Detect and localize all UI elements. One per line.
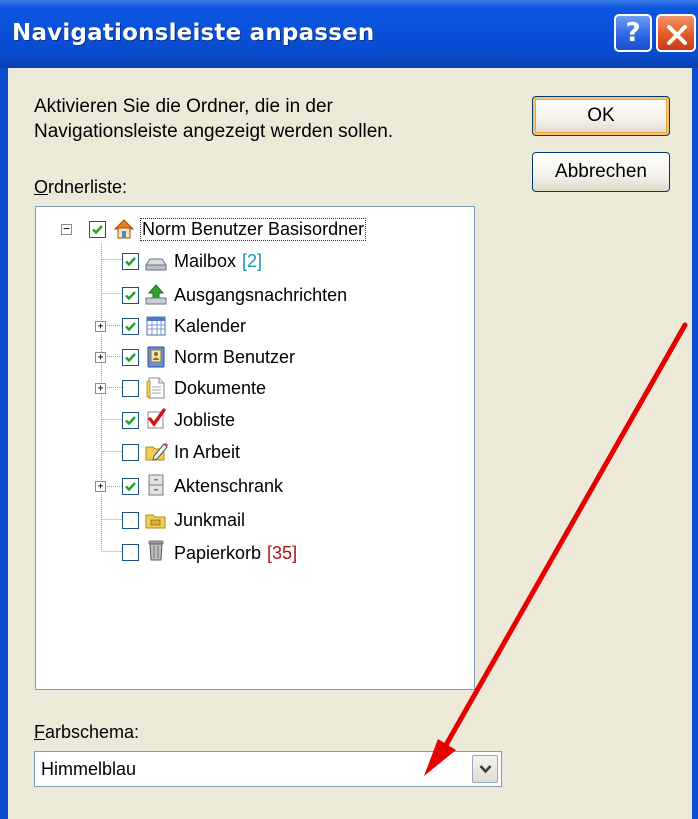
customize-navigation-pane-dialog: Navigationsleiste anpassen ? Aktivieren … xyxy=(0,0,698,819)
tree-item-aktenschrank[interactable]: + Aktenschrank xyxy=(36,471,456,503)
color-scheme-label-mnemonic: F xyxy=(34,722,45,742)
window-frame-right xyxy=(692,68,698,819)
contacts-book-icon xyxy=(147,346,165,368)
folder-label: Norm Benutzer xyxy=(174,347,296,367)
tree-item-mailbox[interactable]: Mailbox [2] xyxy=(36,245,456,277)
folder-checkbox[interactable] xyxy=(122,478,139,495)
instruction-text: Aktivieren Sie die Ordner, die in der Na… xyxy=(34,94,474,144)
tree-item-jobliste[interactable]: Jobliste xyxy=(36,405,456,437)
instruction-line-2: Navigationsleiste angezeigt werden solle… xyxy=(34,121,394,142)
dropdown-button[interactable] xyxy=(472,755,498,783)
folder-pencil-icon xyxy=(145,443,168,461)
folder-checkbox[interactable] xyxy=(122,287,139,304)
color-scheme-label-rest: arbschema: xyxy=(45,722,140,742)
folder-list-label-mnemonic: O xyxy=(34,177,49,197)
folder-checkbox[interactable] xyxy=(122,318,139,335)
tree-item-junkmail[interactable]: Junkmail xyxy=(36,505,456,537)
folder-label: Jobliste xyxy=(174,410,236,430)
chevron-down-icon xyxy=(479,765,492,774)
cancel-button[interactable]: Abbrechen xyxy=(532,152,670,192)
folder-label: Dokumente xyxy=(174,378,267,398)
expand-toggle-icon[interactable]: + xyxy=(95,352,106,363)
close-x-icon xyxy=(667,25,687,45)
ok-button[interactable]: OK xyxy=(532,96,670,136)
tree-item-norm-benutzer[interactable]: + Norm Benutzer xyxy=(36,342,456,374)
home-icon xyxy=(113,219,135,239)
expand-toggle-icon[interactable]: + xyxy=(95,383,106,394)
expand-toggle-icon[interactable]: + xyxy=(95,321,106,332)
item-count: [35] xyxy=(267,543,298,563)
window-frame-left xyxy=(0,68,8,819)
help-button[interactable]: ? xyxy=(614,14,652,52)
tree-item-norm-benutzer-basisordner[interactable]: − Norm Benutzer Basisordner xyxy=(36,213,456,245)
close-button[interactable] xyxy=(656,14,696,52)
dialog-title: Navigationsleiste anpassen xyxy=(12,20,375,46)
tree-item-ausgangsnachrichten[interactable]: Ausgangsnachrichten xyxy=(36,279,456,311)
outbox-icon xyxy=(145,284,167,305)
folder-checkbox[interactable] xyxy=(122,544,139,561)
folder-label: Kalender xyxy=(174,316,247,336)
folder-label: Aktenschrank xyxy=(174,476,284,496)
folder-checkbox[interactable] xyxy=(122,380,139,397)
document-icon xyxy=(146,377,165,399)
inbox-tray-icon xyxy=(145,258,167,271)
color-scheme-select[interactable]: Himmelblau xyxy=(34,751,502,787)
red-checkmark-icon xyxy=(147,408,166,429)
folder-list-label: Ordnerliste: xyxy=(34,177,127,198)
title-bar[interactable]: Navigationsleiste anpassen ? xyxy=(0,0,698,68)
folder-checkbox[interactable] xyxy=(122,253,139,270)
folder-label: Junkmail xyxy=(174,510,246,530)
folder-checkbox[interactable] xyxy=(89,221,106,238)
color-scheme-label: Farbschema: xyxy=(34,722,139,743)
tree-item-in-arbeit[interactable]: In Arbeit xyxy=(36,437,456,469)
unread-count: [2] xyxy=(242,251,263,271)
help-icon: ? xyxy=(625,18,641,48)
folder-label: Ausgangsnachrichten xyxy=(174,285,348,305)
folder-checkbox[interactable] xyxy=(122,349,139,366)
folder-checkbox[interactable] xyxy=(122,412,139,429)
collapse-toggle-icon[interactable]: − xyxy=(61,223,72,235)
instruction-line-1: Aktivieren Sie die Ordner, die in der xyxy=(34,96,333,117)
tree-item-kalender[interactable]: + Kalender xyxy=(36,311,456,343)
folder-label: Norm Benutzer Basisordner xyxy=(140,218,367,241)
color-scheme-selected-value: Himmelblau xyxy=(41,759,137,779)
junk-folder-icon xyxy=(145,514,166,529)
calendar-icon xyxy=(146,316,166,336)
folder-label: Mailbox xyxy=(174,251,237,271)
folder-label-with-count: Papierkorb [35] xyxy=(174,543,297,564)
folder-label: Papierkorb xyxy=(174,543,262,563)
folder-checkbox[interactable] xyxy=(122,444,139,461)
folder-label-with-count: Mailbox [2] xyxy=(174,251,262,272)
folder-list-label-rest: rdnerliste: xyxy=(48,177,128,197)
trash-can-icon xyxy=(148,540,164,561)
file-cabinet-icon xyxy=(148,474,164,496)
tree-item-dokumente[interactable]: + Dokumente xyxy=(36,373,456,405)
folder-label: In Arbeit xyxy=(174,442,241,462)
tree-item-papierkorb[interactable]: Papierkorb [35] xyxy=(36,537,456,569)
folder-checkbox[interactable] xyxy=(122,512,139,529)
expand-toggle-icon[interactable]: + xyxy=(95,481,106,492)
folder-tree[interactable]: − Norm Benutzer Basisordner Mailbox[2] xyxy=(35,206,475,690)
